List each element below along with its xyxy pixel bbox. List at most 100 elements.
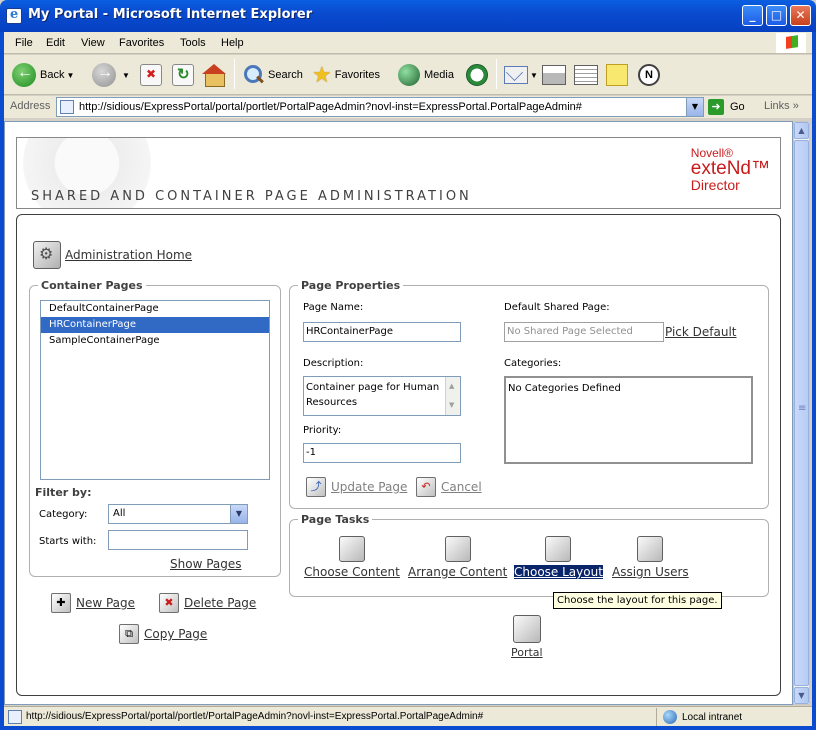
description-scrollbar[interactable] xyxy=(445,377,460,415)
note-button[interactable] xyxy=(606,61,628,89)
ie-icon xyxy=(6,7,22,24)
edit-button[interactable] xyxy=(574,61,598,89)
menu-file[interactable]: File xyxy=(15,37,33,49)
forward-button[interactable]: ▼ xyxy=(92,61,130,89)
new-page-button[interactable]: ✚ New Page xyxy=(51,593,135,613)
category-value: All xyxy=(113,508,126,519)
address-dropdown-icon[interactable]: ▼ xyxy=(686,98,703,116)
novell-n-icon: N xyxy=(638,64,660,86)
arrange-content-label: Arrange Content xyxy=(408,565,508,579)
categories-value: No Categories Defined xyxy=(508,383,621,394)
page-heading: SHARED AND CONTAINER PAGE ADMINISTRATION xyxy=(31,189,472,204)
media-button[interactable]: Media xyxy=(398,61,454,89)
page-scrollbar[interactable]: ▲ ▼ xyxy=(793,121,810,705)
menu-edit[interactable]: Edit xyxy=(46,37,65,49)
go-button[interactable]: ➜ Go xyxy=(708,98,745,116)
minimize-button[interactable]: _ xyxy=(742,5,763,26)
choose-content-task[interactable]: Choose Content xyxy=(304,536,400,579)
show-pages-link[interactable]: Show Pages xyxy=(170,557,242,571)
maximize-button[interactable]: □ xyxy=(766,5,787,26)
categories-list[interactable]: No Categories Defined xyxy=(504,376,753,464)
back-dropdown-icon[interactable]: ▼ xyxy=(66,71,74,80)
stop-button[interactable] xyxy=(140,61,162,89)
cancel-label: Cancel xyxy=(441,480,482,494)
delete-page-button[interactable]: ✖ Delete Page xyxy=(159,593,256,613)
starts-with-label: Starts with: xyxy=(39,536,97,547)
menu-bar: File Edit View Favorites Tools Help xyxy=(4,32,812,54)
default-shared-label: Default Shared Page: xyxy=(504,302,610,313)
scroll-thumb[interactable] xyxy=(794,140,809,686)
status-bar: http://sidious/ExpressPortal/portal/port… xyxy=(4,706,812,726)
search-icon xyxy=(242,64,264,86)
menu-tools[interactable]: Tools xyxy=(180,37,206,49)
pick-default-link[interactable]: Pick Default xyxy=(665,325,737,339)
toolbar-separator xyxy=(234,59,235,89)
refresh-button[interactable] xyxy=(172,61,194,89)
copy-page-button[interactable]: ⧉ Copy Page xyxy=(119,624,207,644)
history-button[interactable] xyxy=(466,61,488,89)
novell-logo: Novell® exteNd™ Director xyxy=(691,146,770,192)
choose-content-label: Choose Content xyxy=(304,565,400,579)
cancel-button[interactable]: ↶ Cancel xyxy=(416,477,482,497)
media-label: Media xyxy=(424,69,454,81)
history-icon xyxy=(466,64,488,86)
scroll-down-icon[interactable]: ▼ xyxy=(794,687,809,704)
windows-logo-icon xyxy=(776,33,806,53)
toolbar: Back ▼ ▼ Search ★ Favorites Media ▼ xyxy=(4,55,812,95)
menu-favorites[interactable]: Favorites xyxy=(119,37,164,49)
home-button[interactable] xyxy=(202,61,226,89)
menu-view[interactable]: View xyxy=(81,37,105,49)
new-page-label: New Page xyxy=(76,596,136,610)
admin-home-link[interactable]: Administration Home xyxy=(33,241,192,269)
links-button[interactable]: Links xyxy=(764,100,799,112)
page-name-label: Page Name: xyxy=(303,302,364,313)
scroll-up-icon[interactable]: ▲ xyxy=(794,122,809,139)
list-item[interactable]: DefaultContainerPage xyxy=(41,301,269,317)
starts-with-input[interactable] xyxy=(108,530,248,550)
refresh-icon xyxy=(172,64,194,86)
print-button[interactable] xyxy=(542,61,566,89)
portal-link[interactable]: Portal xyxy=(511,615,543,659)
globe-icon xyxy=(663,710,677,724)
search-button[interactable]: Search xyxy=(242,61,303,89)
close-button[interactable]: ✕ xyxy=(790,5,811,26)
page-name-input[interactable]: HRContainerPage xyxy=(303,322,461,342)
description-textarea[interactable]: Container page for Human Resources xyxy=(303,376,461,416)
print-icon xyxy=(542,65,566,85)
assign-users-task[interactable]: Assign Users xyxy=(612,536,689,579)
category-select[interactable]: All ▼ xyxy=(108,504,248,524)
logo-director: Director xyxy=(690,177,740,193)
container-pages-list[interactable]: DefaultContainerPage HRContainerPage Sam… xyxy=(40,300,270,480)
choose-layout-tooltip: Choose the layout for this page. xyxy=(553,592,722,609)
edit-icon xyxy=(574,65,598,85)
back-button[interactable]: Back ▼ xyxy=(12,61,74,89)
menu-help[interactable]: Help xyxy=(221,37,244,49)
page-tasks-legend: Page Tasks xyxy=(301,513,370,526)
go-arrow-icon: ➜ xyxy=(708,99,724,115)
title-bar: My Portal - Microsoft Internet Explorer … xyxy=(0,0,816,32)
default-shared-input: No Shared Page Selected xyxy=(504,322,664,342)
list-item[interactable]: SampleContainerPage xyxy=(41,333,269,349)
stop-icon xyxy=(140,64,162,86)
choose-layout-icon xyxy=(545,536,572,562)
delete-page-label: Delete Page xyxy=(184,596,257,610)
mail-dropdown-icon[interactable]: ▼ xyxy=(530,71,538,80)
list-item[interactable]: HRContainerPage xyxy=(41,317,269,333)
search-label: Search xyxy=(268,69,303,81)
address-input[interactable]: http://sidious/ExpressPortal/portal/port… xyxy=(56,97,704,117)
priority-input[interactable]: -1 xyxy=(303,443,461,463)
update-page-button[interactable]: ⤴ Update Page xyxy=(306,477,407,497)
home-icon xyxy=(202,64,226,87)
arrange-content-task[interactable]: Arrange Content xyxy=(408,536,507,579)
star-icon: ★ xyxy=(312,62,332,87)
forward-dropdown-icon[interactable]: ▼ xyxy=(122,71,130,80)
choose-layout-task[interactable]: Choose Layout xyxy=(514,536,603,579)
address-url: http://sidious/ExpressPortal/portal/port… xyxy=(79,101,582,113)
mail-button[interactable]: ▼ xyxy=(504,61,538,89)
page-properties-group: Page Properties Page Name: HRContainerPa… xyxy=(289,279,769,509)
forward-arrow-icon xyxy=(92,63,116,87)
novell-button[interactable]: N xyxy=(638,61,660,89)
cancel-undo-icon: ↶ xyxy=(416,477,436,497)
favorites-button[interactable]: ★ Favorites xyxy=(312,61,380,89)
copy-page-icon: ⧉ xyxy=(119,624,139,644)
